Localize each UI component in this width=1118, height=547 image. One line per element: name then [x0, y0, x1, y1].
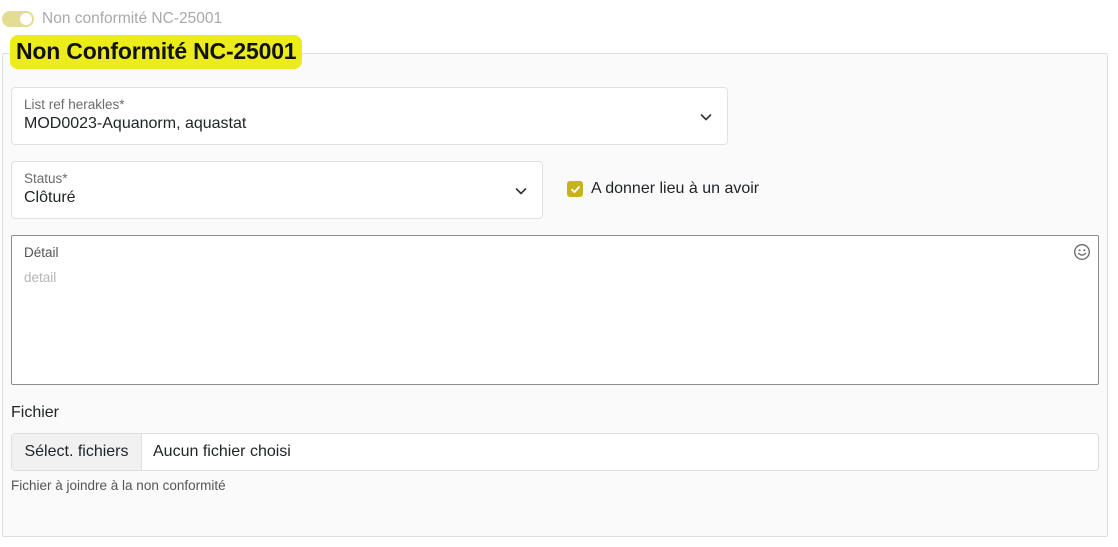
toggle-knob — [20, 13, 32, 25]
ref-herakles-label: List ref herakles* — [24, 97, 125, 112]
file-help-text: Fichier à joindre à la non conformité — [11, 478, 226, 493]
ref-herakles-select[interactable]: List ref herakles* MOD0023-Aquanorm, aqu… — [11, 87, 728, 145]
nc-toggle-switch[interactable] — [2, 11, 34, 27]
emoji-smile-icon[interactable] — [1073, 243, 1091, 261]
chevron-down-icon — [515, 188, 527, 195]
select-files-button[interactable]: Sélect. fichiers — [12, 434, 142, 470]
avoir-checkbox[interactable] — [567, 181, 583, 197]
status-select[interactable]: Status* Clôturé — [11, 161, 543, 219]
detail-placeholder: detail — [24, 270, 57, 285]
avoir-checkbox-label: A donner lieu à un avoir — [591, 180, 760, 197]
status-label: Status* — [24, 171, 68, 186]
file-status-text[interactable]: Aucun fichier choisi — [142, 434, 1098, 470]
file-input[interactable]: Sélect. fichiers Aucun fichier choisi — [11, 433, 1099, 471]
form-legend: Non Conformité NC-25001 — [10, 35, 303, 69]
status-value: Clôturé — [24, 189, 76, 206]
file-heading: Fichier — [11, 404, 60, 421]
avoir-checkbox-row[interactable]: A donner lieu à un avoir — [567, 180, 759, 198]
check-icon — [570, 185, 580, 193]
nc-toggle-label: Non conformité NC-25001 — [42, 10, 223, 27]
nc-toggle-row: Non conformité NC-25001 — [2, 10, 222, 28]
chevron-down-icon — [700, 114, 712, 121]
detail-label: Détail — [24, 245, 59, 260]
ref-herakles-value: MOD0023-Aquanorm, aquastat — [24, 115, 247, 132]
detail-textarea[interactable]: Détail detail — [11, 235, 1099, 385]
